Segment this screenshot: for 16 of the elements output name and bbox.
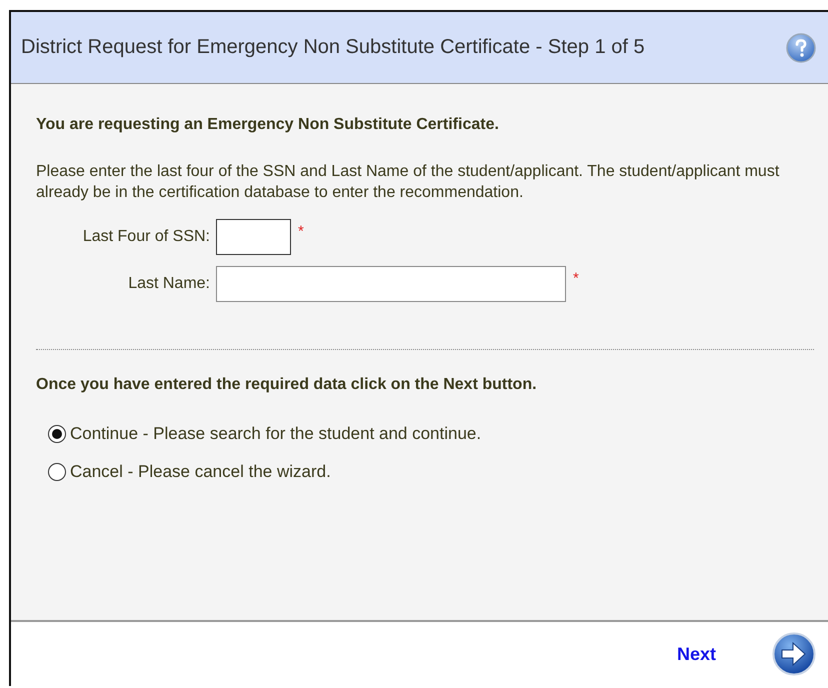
option-label[interactable]: Cancel - Please cancel the wizard. [70, 462, 331, 482]
prompt-text: Once you have entered the required data click on the Next button. [36, 376, 538, 394]
instructions-text: Please enter the last four of the SSN and Last Name of the student/applicant. The student/applicant must already be in the certification database to enter the recommendation. [36, 162, 780, 203]
ssn-input-field[interactable] [216, 219, 291, 255]
wizard-title: District Request for Emergency Non Substitute Certificate - Step 1 of 5 [21, 35, 646, 60]
field-label: Last Name: [127, 275, 211, 293]
radio-button[interactable] [48, 463, 66, 481]
intro-text: You are requesting an Emergency Non Substitute Certificate. [36, 116, 500, 134]
help-icon[interactable] [786, 32, 816, 62]
last-name-input-field[interactable] [216, 266, 566, 302]
next-link[interactable]: Next [676, 644, 716, 664]
required-mark: * [573, 270, 579, 287]
radio-button[interactable] [48, 425, 66, 443]
option-label[interactable]: Continue - Please search for the student and continue. [70, 424, 482, 444]
field-label: Last Four of SSN: [82, 228, 211, 246]
required-mark: * [298, 223, 304, 240]
